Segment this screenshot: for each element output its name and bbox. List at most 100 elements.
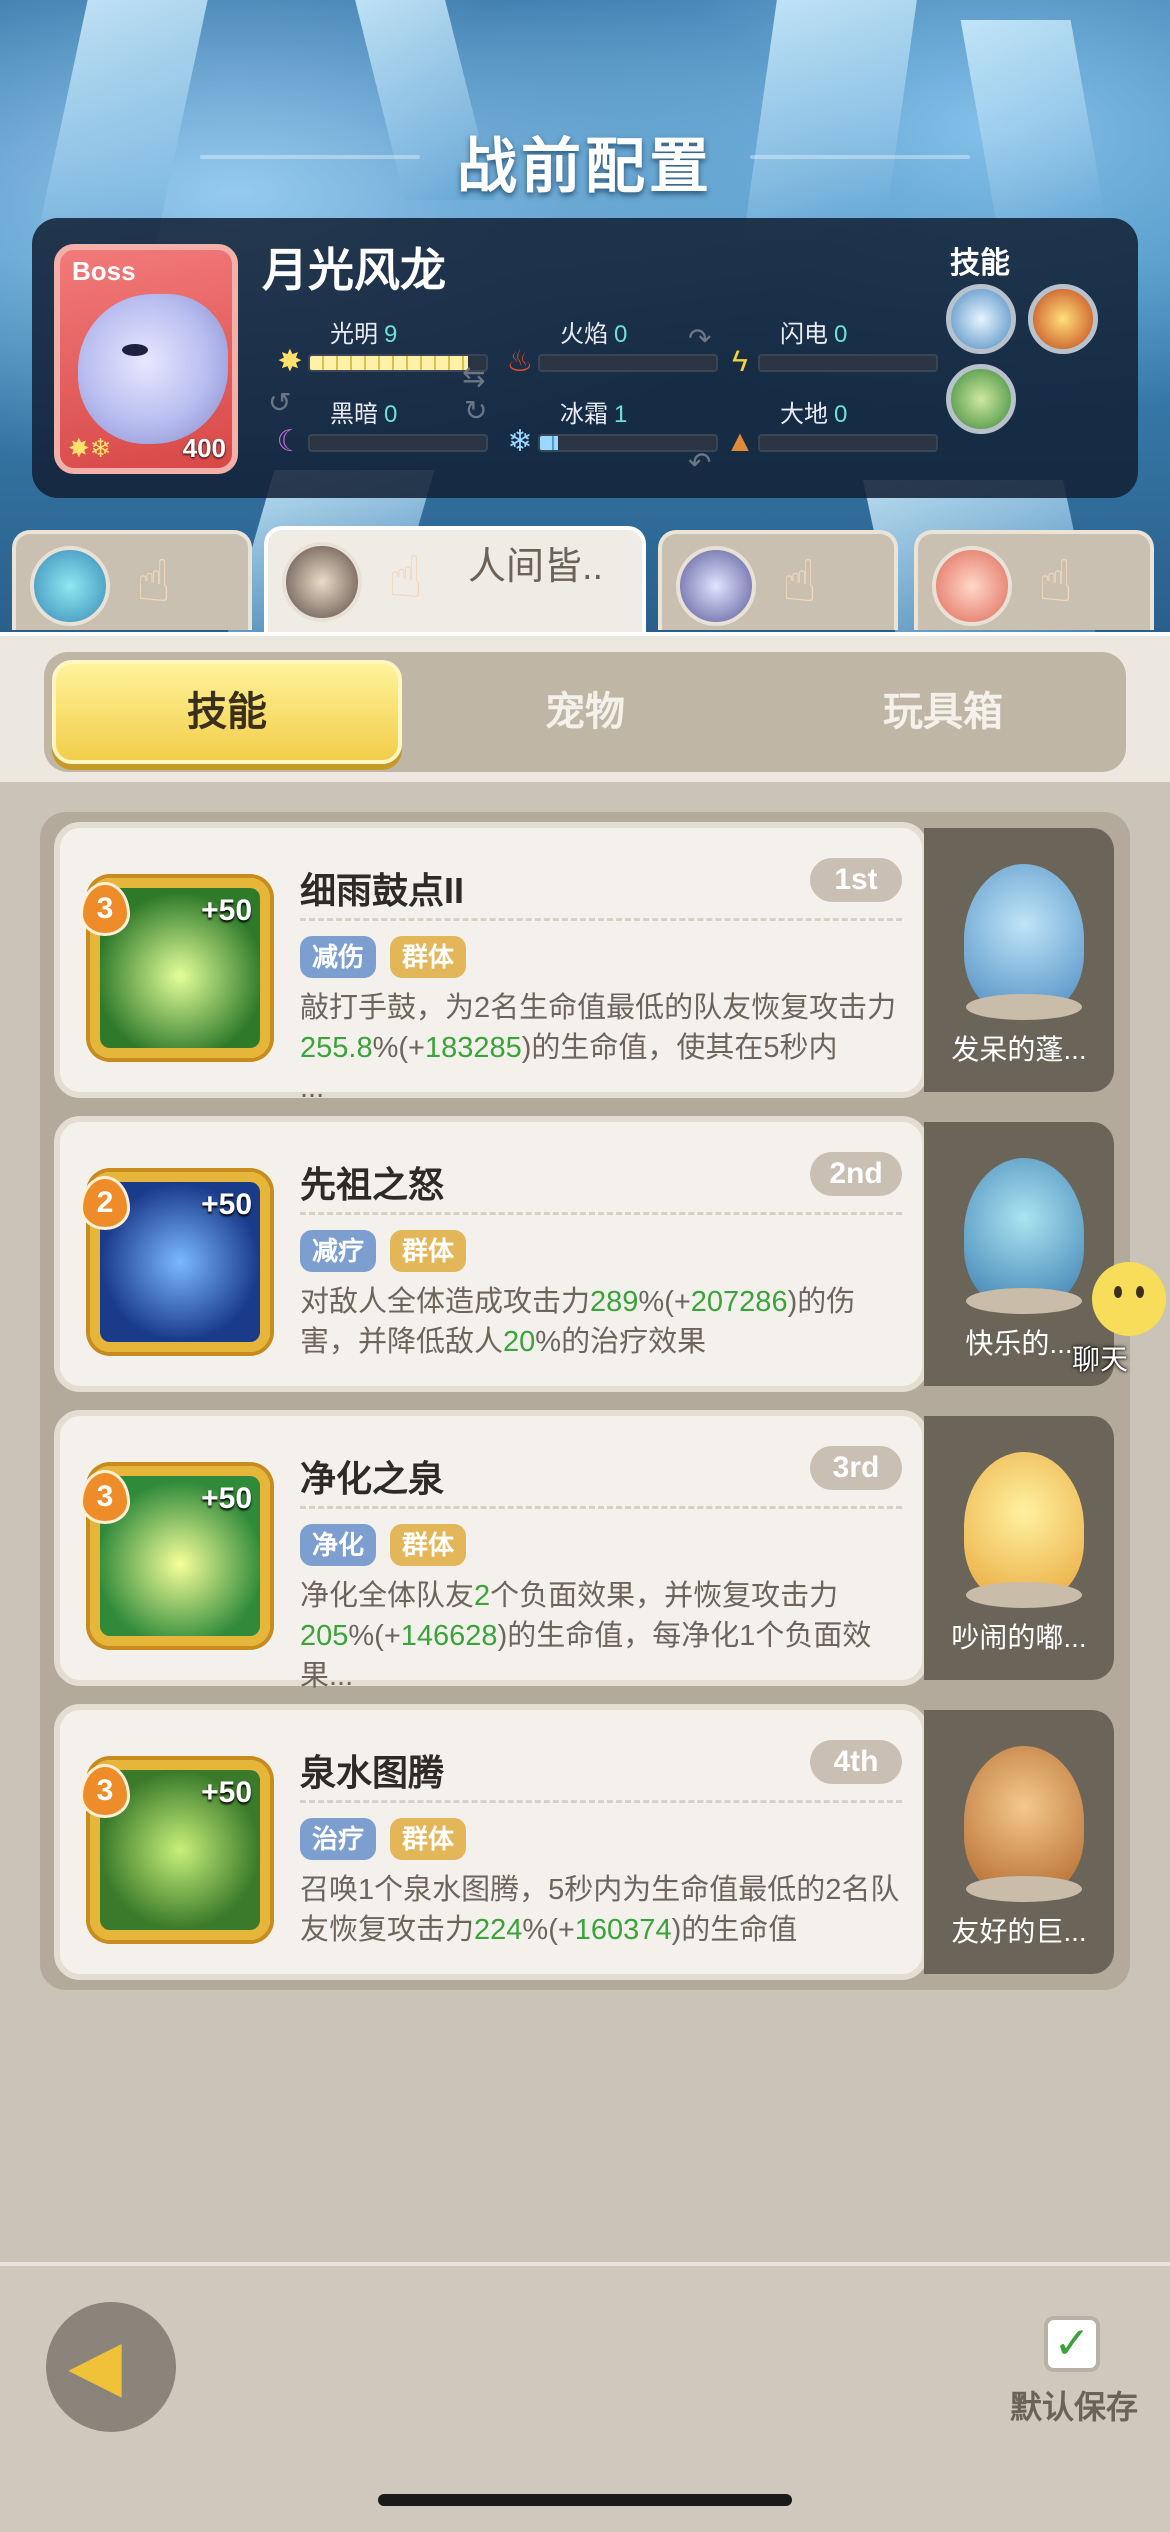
- skill-name: 细雨鼓点II: [300, 870, 465, 911]
- pet-name: 友好的巨...: [951, 1916, 1087, 1947]
- element-ice: ❄ 冰霜 1: [502, 394, 752, 474]
- hero-avatar: [282, 542, 362, 622]
- boss-name: 月光风龙: [262, 244, 446, 296]
- category-segmented-control: 技能 宠物 玩具箱: [44, 652, 1126, 772]
- team-tab-1[interactable]: ☝: [12, 530, 252, 630]
- pet-figure: [964, 1452, 1084, 1602]
- element-fire-bar: [538, 354, 718, 372]
- divider: [300, 1506, 902, 1509]
- skill-bonus: +50: [201, 894, 252, 927]
- cycle-arrow-icon: ↶: [688, 447, 712, 478]
- back-arrow-icon: ◀: [68, 2326, 122, 2404]
- skill-tag: 治疗: [300, 1818, 377, 1860]
- pet-pedestal: [966, 1582, 1082, 1608]
- element-fire-label: 火焰 0: [560, 321, 628, 348]
- element-dark-bar: [308, 434, 488, 452]
- skill-rank: 1st: [810, 858, 902, 902]
- pet-pedestal: [966, 994, 1082, 1020]
- back-button[interactable]: ◀: [46, 2302, 176, 2432]
- skill-description: 净化全体队友2个负面效果，并恢复攻击力205%(+146628)的生命值，每净化…: [300, 1580, 872, 1692]
- element-light-label: 光明 9: [330, 321, 398, 348]
- page-title: 战前配置: [457, 133, 713, 200]
- pet-name: 吵闹的嘟...: [951, 1622, 1087, 1653]
- skill-tag: 群体: [390, 1524, 467, 1566]
- element-light-bar: [308, 354, 488, 372]
- skill-rank: 3rd: [810, 1446, 902, 1490]
- divider: [300, 918, 902, 921]
- element-lightning: ϟ 闪电 0: [722, 314, 972, 394]
- smiley-icon: [1092, 1262, 1166, 1336]
- skill-card[interactable]: +50 3 泉水图腾 4th 治疗 群体 召唤1个泉水图腾，5秒内为生命值最低的…: [54, 1704, 928, 1980]
- element-earth-label: 大地 0: [780, 401, 848, 428]
- skill-tag: 净化: [300, 1524, 377, 1566]
- skill-card[interactable]: +50 3 净化之泉 3rd 净化 群体 净化全体队友2个负面效果，并恢复攻击力…: [54, 1410, 928, 1692]
- hand-pointer-icon: ☝: [782, 549, 818, 614]
- skill-rank: 4th: [810, 1740, 902, 1784]
- chat-label: 聊天: [1072, 1344, 1129, 1375]
- skill-tag: 减伤: [300, 936, 377, 978]
- element-dark-label: 黑暗 0: [330, 401, 398, 428]
- boss-skill-wind-icon[interactable]: [946, 364, 1016, 434]
- pet-pedestal: [966, 1876, 1082, 1902]
- default-save-label: 默认保存: [1010, 2389, 1139, 2425]
- chat-button[interactable]: 聊天: [1060, 1262, 1170, 1382]
- skill-tag: 减疗: [300, 1230, 377, 1272]
- cycle-arrow-icon: ↺: [268, 387, 292, 418]
- default-save-checkbox[interactable]: ✓: [1044, 2316, 1100, 2372]
- team-tab-name: 人间皆..: [468, 546, 604, 588]
- pet-figure: [964, 1746, 1084, 1896]
- earth-icon: ▲: [725, 425, 755, 458]
- skill-rank: 2nd: [810, 1152, 902, 1196]
- pet-figure: [964, 864, 1084, 1014]
- segment-area: 技能 宠物 玩具箱: [0, 632, 1170, 782]
- element-ice-label: 冰霜 1: [560, 401, 628, 428]
- boss-skills-label: 技能: [950, 247, 1010, 280]
- moon-icon: ☾: [276, 425, 304, 458]
- skill-tag: 群体: [390, 1230, 467, 1272]
- boss-portrait[interactable]: Boss ✸❄ 400: [54, 244, 238, 474]
- cycle-arrow-icon: ↻: [464, 395, 488, 426]
- element-earth: ▲ 大地 0: [722, 394, 972, 474]
- team-tab-4[interactable]: ☝: [914, 530, 1154, 630]
- boss-skill-tornado-icon[interactable]: [946, 284, 1016, 354]
- element-fire: ♨ 火焰 0: [502, 314, 752, 394]
- moon-wind-dragon-image: [78, 294, 228, 444]
- skill-description: 召唤1个泉水图腾，5秒内为生命值最低的2名队友恢复攻击力224%(+160374…: [300, 1874, 900, 1946]
- divider: [300, 1212, 902, 1215]
- element-earth-bar: [758, 434, 938, 452]
- lightning-icon: ϟ: [732, 345, 748, 378]
- skill-bonus: +50: [201, 1482, 252, 1515]
- skill-tag: 群体: [390, 936, 467, 978]
- team-tab-2[interactable]: ☝ 人间皆..: [264, 526, 646, 636]
- pet-card[interactable]: 友好的巨...: [924, 1710, 1114, 1974]
- hand-pointer-icon: ☝: [388, 545, 424, 610]
- skill-card[interactable]: +50 2 先祖之怒 2nd 减疗 群体 对敌人全体造成攻击力289%(+207…: [54, 1116, 928, 1392]
- skill-description: 对敌人全体造成攻击力289%(+207286)的伤害，并降低敌人20%的治疗效果: [300, 1286, 856, 1358]
- segment-pets[interactable]: 宠物: [410, 660, 760, 764]
- light-ice-element-icon: ✸❄: [68, 433, 112, 463]
- sun-icon: ✸: [277, 345, 303, 378]
- cycle-arrow-icon: ⇆: [462, 361, 486, 392]
- boss-skill-crescent-icon[interactable]: [1028, 284, 1098, 354]
- hand-pointer-icon: ☝: [1038, 549, 1074, 614]
- pet-card[interactable]: 吵闹的嘟...: [924, 1416, 1114, 1680]
- bottom-bar: ◀ ✓ 默认保存: [0, 2262, 1170, 2532]
- element-lightning-label: 闪电 0: [780, 321, 848, 348]
- boss-tag: Boss: [72, 256, 136, 286]
- team-tab-3[interactable]: ☝: [658, 530, 898, 630]
- segment-toybox[interactable]: 玩具箱: [768, 660, 1118, 764]
- skill-name: 先祖之怒: [300, 1164, 445, 1205]
- skill-name: 净化之泉: [300, 1458, 445, 1499]
- skill-description: 敲打手鼓，为2名生命值最低的队友恢复攻击力255.8%(+183285)的生命值…: [300, 992, 897, 1104]
- boss-info-panel: Boss ✸❄ 400 月光风龙 ✸ 光明 9 ♨ 火焰 0 ϟ 闪电 0 ☾ 黑暗 0…: [32, 218, 1138, 498]
- segment-skills[interactable]: 技能: [52, 660, 402, 764]
- snowflake-icon: ❄: [507, 425, 533, 458]
- home-indicator[interactable]: [378, 2494, 792, 2506]
- hero-avatar: [676, 546, 756, 626]
- flame-icon: ♨: [506, 345, 534, 378]
- pet-card[interactable]: 发呆的蓬...: [924, 828, 1114, 1092]
- pet-name: 发呆的蓬...: [951, 1034, 1087, 1065]
- boss-level: 400: [182, 433, 226, 463]
- skill-card[interactable]: +50 3 细雨鼓点II 1st 减伤 群体 敲打手鼓，为2名生命值最低的队友恢…: [54, 822, 928, 1104]
- divider: [300, 1800, 902, 1803]
